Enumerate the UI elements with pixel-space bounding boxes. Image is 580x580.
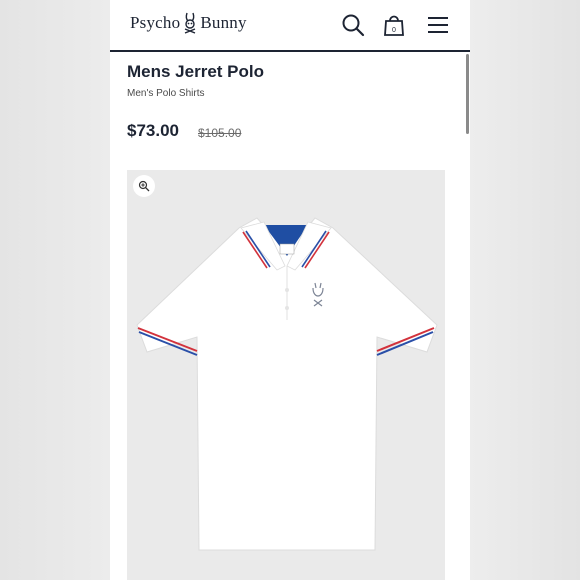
background-right <box>470 0 580 580</box>
shopping-bag-icon[interactable]: 0 <box>381 12 407 38</box>
product-image[interactable] <box>127 170 445 580</box>
product-page: Psycho Bunny 0 Mens Jerret Polo Men's Po… <box>110 0 470 580</box>
polo-shirt-image <box>136 217 438 551</box>
menu-icon[interactable] <box>425 12 451 38</box>
site-header: Psycho Bunny 0 <box>110 0 470 52</box>
svg-text:0: 0 <box>392 27 396 34</box>
brand-name-first: Psycho <box>130 13 181 32</box>
brand-logo[interactable]: Psycho Bunny <box>130 12 247 34</box>
background-left <box>0 0 110 580</box>
search-icon[interactable] <box>340 12 366 38</box>
brand-name-second: Bunny <box>200 13 247 32</box>
scrollbar[interactable] <box>466 54 469 134</box>
zoom-in-icon[interactable] <box>133 175 155 197</box>
original-price: $105.00 <box>198 126 242 140</box>
bunny-skull-icon <box>185 12 196 34</box>
product-title: Mens Jerret Polo <box>127 62 264 81</box>
sale-price: $73.00 <box>127 121 179 140</box>
product-category-link[interactable]: Men's Polo Shirts <box>127 88 205 99</box>
